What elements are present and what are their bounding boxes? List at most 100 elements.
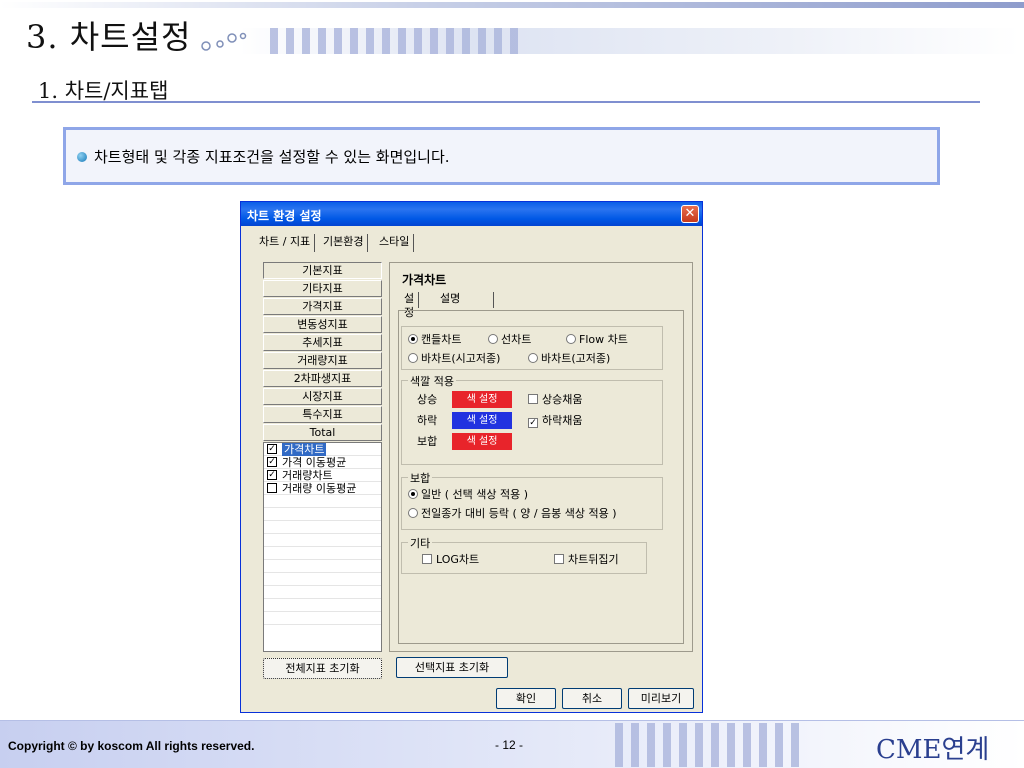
dialog-titlebar[interactable]: 차트 환경 설정 ✕ bbox=[241, 202, 702, 226]
list-item[interactable]: ✓ 가격차트 bbox=[264, 443, 381, 456]
bullet-icon bbox=[77, 152, 87, 162]
copyright-text: Copyright © by koscom All rights reserve… bbox=[8, 739, 255, 753]
checkbox-label: 하락채움 bbox=[542, 414, 583, 427]
slide-footer: Copyright © by koscom All rights reserve… bbox=[0, 720, 1024, 768]
empty-row bbox=[264, 612, 381, 625]
category-etc[interactable]: 기타지표 bbox=[263, 280, 382, 297]
empty-row bbox=[264, 521, 381, 534]
radio-flat-prev-close[interactable]: 전일종가 대비 등락 ( 양 / 음봉 색상 적용 ) bbox=[408, 507, 617, 521]
category-volatility[interactable]: 변동성지표 bbox=[263, 316, 382, 333]
ok-button[interactable]: 확인 bbox=[496, 688, 556, 709]
radio-icon bbox=[528, 353, 538, 363]
category-derived[interactable]: 2차파생지표 bbox=[263, 370, 382, 387]
list-item-label: 거래량 이동평균 bbox=[282, 482, 357, 495]
rise-fill-checkbox[interactable]: 상승채움 bbox=[528, 393, 582, 407]
slide-title: 3. 차트설정 bbox=[26, 18, 192, 56]
list-item-label: 가격 이동평균 bbox=[282, 456, 347, 469]
footer-stripes bbox=[615, 723, 805, 767]
empty-row bbox=[264, 560, 381, 573]
list-item-label: 거래량차트 bbox=[282, 469, 333, 482]
etc-group: 기타 LOG차트 차트뒤집기 bbox=[401, 535, 647, 574]
preview-button[interactable]: 미리보기 bbox=[628, 688, 694, 709]
rise-label: 상승 bbox=[417, 393, 438, 406]
radio-label: 일반 ( 선택 색상 적용 ) bbox=[421, 488, 529, 501]
list-item[interactable]: 거래량 이동평균 bbox=[264, 482, 381, 495]
checkbox-label: LOG차트 bbox=[436, 553, 480, 566]
close-icon[interactable]: ✕ bbox=[681, 205, 699, 223]
tab-chart-indicator[interactable]: 차트 / 지표 bbox=[255, 234, 316, 252]
list-item[interactable]: ✓ 거래량차트 bbox=[264, 469, 381, 482]
radio-icon bbox=[408, 353, 418, 363]
title-bubbles-icon bbox=[201, 32, 247, 51]
checkbox-unchecked-icon bbox=[528, 394, 538, 404]
log-chart-checkbox[interactable]: LOG차트 bbox=[422, 553, 479, 567]
radio-candle[interactable]: 캔들차트 bbox=[408, 333, 461, 347]
empty-row bbox=[264, 573, 381, 586]
empty-row bbox=[264, 534, 381, 547]
rise-color-button[interactable]: 색 설정 bbox=[452, 391, 512, 408]
flat-group: 보합 일반 ( 선택 색상 적용 ) 전일종가 대비 등락 ( 양 / 음봉 색… bbox=[401, 470, 663, 530]
category-special[interactable]: 특수지표 bbox=[263, 406, 382, 423]
radio-line[interactable]: 선차트 bbox=[488, 333, 531, 347]
group-label: 보합 bbox=[408, 470, 433, 486]
radio-bar-hlc[interactable]: 바차트(고저종) bbox=[528, 352, 610, 366]
category-basic[interactable]: 기본지표 bbox=[263, 262, 382, 279]
flat-label: 보합 bbox=[417, 435, 438, 448]
dialog-title: 차트 환경 설정 bbox=[247, 209, 322, 223]
radio-icon bbox=[566, 334, 576, 344]
cancel-button[interactable]: 취소 bbox=[562, 688, 622, 709]
indicator-category-list: 기본지표 기타지표 가격지표 변동성지표 추세지표 거래량지표 2차파생지표 시… bbox=[263, 262, 382, 442]
category-trend[interactable]: 추세지표 bbox=[263, 334, 382, 351]
reset-selected-button[interactable]: 선택지표 초기화 bbox=[396, 657, 508, 678]
checkbox-checked-icon[interactable]: ✓ bbox=[267, 470, 277, 480]
radio-label: 전일종가 대비 등락 ( 양 / 음봉 색상 적용 ) bbox=[421, 507, 617, 520]
radio-label: 바차트(시고저종) bbox=[421, 352, 501, 365]
radio-bar-hloc[interactable]: 바차트(시고저종) bbox=[408, 352, 500, 366]
list-item[interactable]: ✓ 가격 이동평균 bbox=[264, 456, 381, 469]
title-stripes bbox=[240, 28, 1020, 54]
checkbox-checked-icon: ✓ bbox=[528, 418, 538, 428]
radio-selected-icon bbox=[408, 334, 418, 344]
checkbox-unchecked-icon bbox=[422, 554, 432, 564]
tab-description[interactable]: 설명 bbox=[436, 292, 494, 308]
category-volume[interactable]: 거래량지표 bbox=[263, 352, 382, 369]
tab-basic-settings[interactable]: 기본환경 bbox=[319, 234, 369, 252]
radio-selected-icon bbox=[408, 489, 418, 499]
tab-style[interactable]: 스타일 bbox=[375, 234, 415, 252]
empty-row bbox=[264, 547, 381, 560]
flat-color-button[interactable]: 색 설정 bbox=[452, 433, 512, 450]
radio-label: Flow 차트 bbox=[579, 333, 628, 346]
checkbox-unchecked-icon[interactable] bbox=[267, 483, 277, 493]
empty-row bbox=[264, 586, 381, 599]
empty-row bbox=[264, 495, 381, 508]
invert-chart-checkbox[interactable]: 차트뒤집기 bbox=[554, 553, 619, 567]
checkbox-checked-icon[interactable]: ✓ bbox=[267, 444, 277, 454]
empty-row bbox=[264, 599, 381, 612]
category-market[interactable]: 시장지표 bbox=[263, 388, 382, 405]
group-label: 기타 bbox=[408, 535, 433, 551]
info-text: 차트형태 및 각종 지표조건을 설정할 수 있는 화면입니다. bbox=[94, 148, 450, 166]
chart-settings-dialog: 차트 환경 설정 ✕ 차트 / 지표 기본환경 스타일 기본지표 기타지표 가격… bbox=[240, 201, 703, 713]
radio-flat-normal[interactable]: 일반 ( 선택 색상 적용 ) bbox=[408, 488, 528, 502]
radio-label: 바차트(고저종) bbox=[541, 352, 611, 365]
panel-title: 가격차트 bbox=[402, 273, 447, 287]
reset-all-button[interactable]: 전체지표 초기화 bbox=[263, 658, 382, 679]
chart-type-group: 캔들차트 선차트 Flow 차트 바차트(시고저종) 바차트(고저종) bbox=[401, 326, 663, 370]
radio-icon bbox=[488, 334, 498, 344]
radio-label: 캔들차트 bbox=[421, 333, 462, 346]
tab-settings[interactable]: 설정 bbox=[400, 292, 420, 319]
fall-fill-checkbox[interactable]: ✓ 하락채움 bbox=[528, 414, 582, 428]
indicator-check-list: ✓ 가격차트 ✓ 가격 이동평균 ✓ 거래량차트 거래량 이동평균 bbox=[263, 442, 382, 652]
category-total[interactable]: Total bbox=[263, 424, 382, 441]
category-price[interactable]: 가격지표 bbox=[263, 298, 382, 315]
title-band bbox=[0, 2, 1024, 8]
fall-color-button[interactable]: 색 설정 bbox=[452, 412, 512, 429]
brand-logo: CME연계 bbox=[876, 735, 990, 765]
checkbox-checked-icon[interactable]: ✓ bbox=[267, 457, 277, 467]
page-number: - 12 - bbox=[495, 738, 524, 752]
radio-flow[interactable]: Flow 차트 bbox=[566, 333, 628, 347]
list-item-label: 가격차트 bbox=[282, 443, 327, 456]
radio-label: 선차트 bbox=[501, 333, 532, 346]
radio-icon bbox=[408, 508, 418, 518]
price-chart-panel: 가격차트 설정 설명 캔들차트 선차트 Flow 차트 바차트(시고저종) 바차… bbox=[389, 262, 693, 652]
